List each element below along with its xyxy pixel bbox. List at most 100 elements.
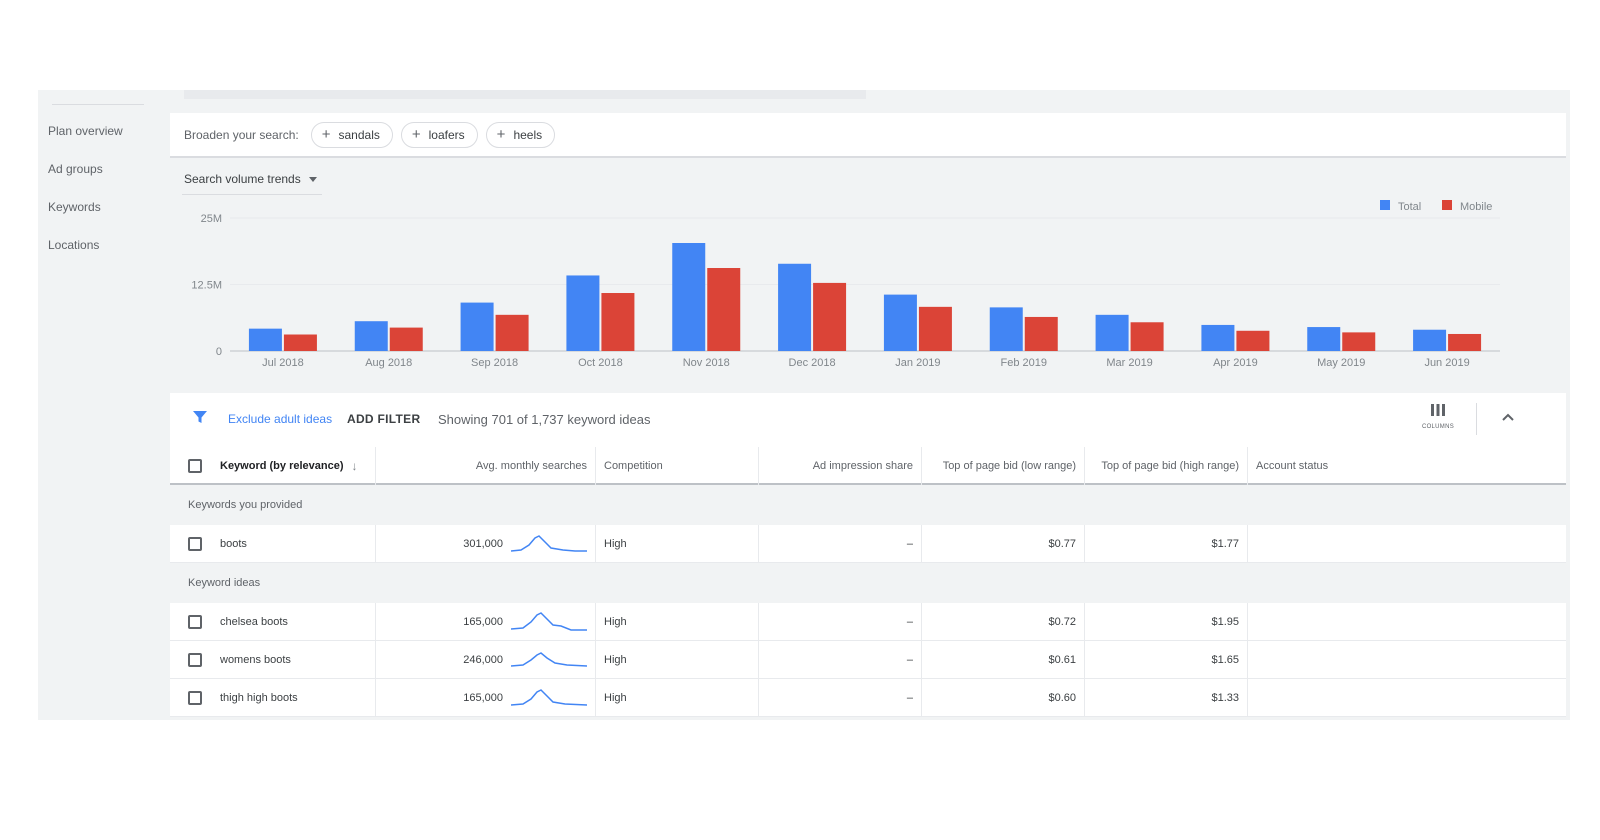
account-status-value <box>1248 641 1566 679</box>
bar-mobile[interactable] <box>283 334 317 351</box>
sidebar-item-keywords[interactable]: Keywords <box>48 200 101 214</box>
competition-value: High <box>596 641 759 679</box>
x-tick-label: Aug 2018 <box>365 357 412 369</box>
competition-value: High <box>596 603 759 641</box>
chip-loafers[interactable]: + loafers <box>400 121 478 148</box>
sidebar-item-plan-overview[interactable]: Plan overview <box>48 124 123 138</box>
bar-total[interactable] <box>1413 329 1447 351</box>
bar-mobile[interactable] <box>707 268 741 351</box>
avg-searches-value: 301,000 <box>463 538 503 550</box>
competition-value: High <box>596 679 759 717</box>
bar-mobile[interactable] <box>1236 330 1270 351</box>
bar-mobile[interactable] <box>813 282 847 351</box>
columns-icon <box>1431 404 1445 416</box>
x-tick-label: Jul 2018 <box>262 357 304 369</box>
keyword-text: boots <box>220 538 247 550</box>
row-checkbox[interactable] <box>188 537 202 551</box>
chip-heels[interactable]: + heels <box>485 121 556 148</box>
sidebar: Plan overview Ad groups Keywords Locatio… <box>38 90 170 720</box>
keyword-table: Keyword (by relevance) ↓ Avg. monthly se… <box>170 447 1566 717</box>
results-count: Showing 701 of 1,737 keyword ideas <box>438 412 651 427</box>
trend-selector-label: Search volume trends <box>184 172 301 186</box>
caret-down-icon <box>308 176 317 182</box>
columns-button[interactable]: COLUMNS <box>1416 403 1460 437</box>
header-competition[interactable]: Competition <box>596 447 759 485</box>
x-tick-label: Nov 2018 <box>683 357 730 369</box>
header-keyword[interactable]: Keyword (by relevance) ↓ <box>170 447 376 485</box>
select-all-checkbox[interactable] <box>188 459 202 473</box>
bar-total[interactable] <box>1307 327 1341 351</box>
row-checkbox[interactable] <box>188 653 202 667</box>
header-account-status[interactable]: Account status <box>1248 447 1566 485</box>
bar-mobile[interactable] <box>918 306 952 351</box>
header-keyword-label: Keyword (by relevance) <box>220 460 344 472</box>
bid-low-value: $0.61 <box>922 641 1085 679</box>
sidebar-item-ad-groups[interactable]: Ad groups <box>48 162 103 176</box>
legend-label: Total <box>1398 201 1421 213</box>
table-row[interactable]: womens boots 246,000 High – $0.61 $1.65 <box>170 641 1566 679</box>
trend-sparkline <box>511 535 587 552</box>
row-checkbox[interactable] <box>188 615 202 629</box>
keyword-text: chelsea boots <box>220 616 288 628</box>
bid-low-value: $0.77 <box>922 525 1085 563</box>
bar-mobile[interactable] <box>1130 322 1164 351</box>
bar-total[interactable] <box>1201 324 1235 351</box>
section-keywords-you-provided: Keywords you provided <box>170 485 1566 525</box>
trend-sparkline <box>511 689 587 706</box>
legend-label: Mobile <box>1460 201 1492 213</box>
header-ad-impression-share[interactable]: Ad impression share <box>759 447 922 485</box>
sidebar-item-locations[interactable]: Locations <box>48 238 99 252</box>
trend-selector[interactable]: Search volume trends <box>184 172 317 186</box>
account-status-value <box>1248 603 1566 641</box>
sort-down-icon: ↓ <box>351 459 358 473</box>
impression-value: – <box>759 603 922 641</box>
top-search-bar <box>184 90 866 99</box>
header-bid-high[interactable]: Top of page bid (high range) <box>1085 447 1248 485</box>
impression-value: – <box>759 525 922 563</box>
bar-total[interactable] <box>354 321 388 351</box>
bar-total[interactable] <box>672 243 706 351</box>
bar-mobile[interactable] <box>601 293 635 351</box>
bar-mobile[interactable] <box>389 327 423 351</box>
add-filter-button[interactable]: ADD FILTER <box>347 412 420 426</box>
bar-total[interactable] <box>1095 314 1129 351</box>
legend-swatch <box>1442 200 1452 210</box>
bar-total[interactable] <box>883 294 917 351</box>
bar-mobile[interactable] <box>495 314 529 351</box>
bar-total[interactable] <box>989 307 1023 351</box>
main-content: Broaden your search: + sandals + loafers… <box>170 90 1570 720</box>
y-tick-label: 25M <box>201 213 222 225</box>
bar-total[interactable] <box>248 328 282 351</box>
bar-total[interactable] <box>460 302 494 351</box>
chip-sandals[interactable]: + sandals <box>310 121 393 148</box>
keyword-text: womens boots <box>220 654 291 666</box>
broaden-search-bar: Broaden your search: + sandals + loafers… <box>170 113 1566 158</box>
header-avg-monthly-searches[interactable]: Avg. monthly searches <box>376 447 596 485</box>
bid-low-value: $0.72 <box>922 603 1085 641</box>
filter-icon[interactable] <box>192 409 208 425</box>
header-bid-low[interactable]: Top of page bid (low range) <box>922 447 1085 485</box>
bar-mobile[interactable] <box>1024 316 1058 351</box>
bar-mobile[interactable] <box>1448 333 1482 351</box>
exclude-adult-ideas-link[interactable]: Exclude adult ideas <box>228 412 332 426</box>
chip-label: loafers <box>428 127 465 142</box>
bar-mobile[interactable] <box>1342 332 1376 351</box>
plus-icon: + <box>496 126 506 143</box>
search-volume-chart: 0 12.5M 25M Jul 2018 Aug 2018 Sep 2018 Oct 201… <box>170 198 1570 378</box>
table-row[interactable]: boots 301,000 High – $0.77 $1.77 <box>170 525 1566 563</box>
y-tick-label: 12.5M <box>191 280 222 292</box>
row-checkbox[interactable] <box>188 691 202 705</box>
table-row[interactable]: thigh high boots 165,000 High – $0.60 $1… <box>170 679 1566 717</box>
impression-value: – <box>759 641 922 679</box>
bar-total[interactable] <box>778 263 812 351</box>
x-tick-label: Oct 2018 <box>578 357 623 369</box>
broaden-label: Broaden your search: <box>184 127 299 142</box>
avg-searches-value: 165,000 <box>463 616 503 628</box>
x-tick-label: May 2019 <box>1317 357 1365 369</box>
bar-total[interactable] <box>566 275 600 351</box>
filter-bar: Exclude adult ideas ADD FILTER Showing 7… <box>170 393 1566 447</box>
table-row[interactable]: chelsea boots 165,000 High – $0.72 $1.95 <box>170 603 1566 641</box>
chevron-up-icon[interactable] <box>1500 409 1516 425</box>
bid-high-value: $1.95 <box>1085 603 1248 641</box>
chart-svg: 0 12.5M 25M Jul 2018 Aug 2018 Sep 2018 Oct 201… <box>191 200 1500 369</box>
